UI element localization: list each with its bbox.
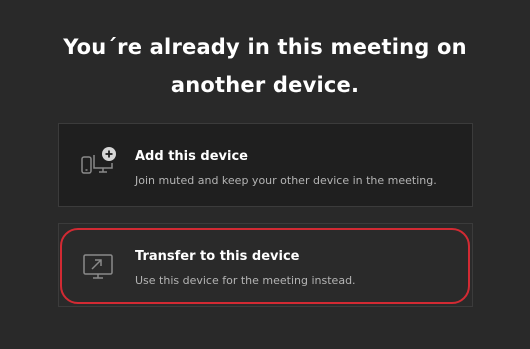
dialog-title-line-2: another device.: [170, 73, 360, 97]
transfer-to-this-device-description: Use this device for the meeting instead.: [135, 274, 356, 287]
add-this-device-label: Add this device: [135, 149, 248, 164]
transfer-to-this-device-label: Transfer to this device: [135, 249, 300, 264]
dialog-title: You´re already in this meeting on anothe…: [0, 28, 530, 104]
add-this-device-description: Join muted and keep your other device in…: [135, 174, 437, 187]
add-this-device-option[interactable]: Add this device Join muted and keep your…: [58, 123, 473, 207]
transfer-screen-icon: [79, 246, 119, 286]
dialog-title-line-1: You´re already in this meeting on: [63, 35, 467, 59]
add-device-icon: [79, 146, 119, 186]
transfer-to-this-device-option[interactable]: Transfer to this device Use this device …: [58, 223, 473, 307]
meeting-join-dialog: You´re already in this meeting on anothe…: [0, 0, 530, 349]
